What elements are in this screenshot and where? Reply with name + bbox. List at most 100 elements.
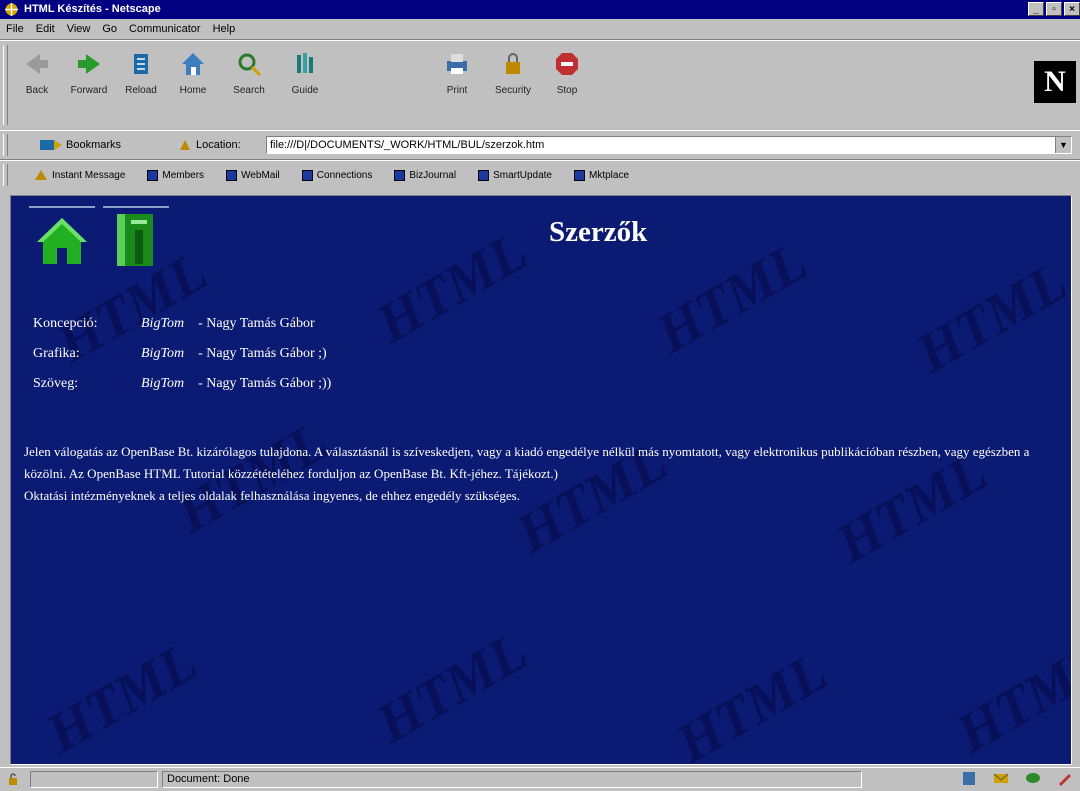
- credit-nick: BigTom: [141, 346, 185, 361]
- bookmark-connections[interactable]: Connections: [301, 169, 373, 181]
- forward-label: Forward: [70, 85, 108, 96]
- credit-name: - Nagy Tamás Gábor: [198, 316, 315, 331]
- watermark: HTML: [366, 220, 538, 356]
- url-input[interactable]: file:///D|/DOCUMENTS/_WORK/HTML/BUL/szer…: [266, 136, 1072, 154]
- home-icon: [182, 53, 204, 75]
- menu-communicator[interactable]: Communicator: [123, 23, 207, 35]
- reload-icon: [134, 54, 148, 74]
- status-bar: Document: Done: [0, 767, 1080, 791]
- bookmark-mktplace[interactable]: Mktplace: [574, 169, 629, 181]
- discussion-icon[interactable]: [1024, 770, 1042, 787]
- bookmark-page-icon: [478, 169, 490, 181]
- guide-button[interactable]: Guide: [282, 47, 328, 117]
- search-icon: [238, 53, 262, 77]
- forward-arrow-icon: [78, 54, 100, 74]
- stop-icon: [556, 53, 578, 75]
- menu-view[interactable]: View: [61, 23, 97, 35]
- bookmark-label: SmartUpdate: [493, 169, 552, 181]
- maximize-button[interactable]: ▫: [1046, 2, 1062, 16]
- menu-go[interactable]: Go: [96, 23, 123, 35]
- credit-row: Grafika: BigTom - Nagy Tamás Gábor ;): [33, 346, 331, 376]
- bookmark-page-icon: [301, 169, 313, 181]
- copyright-notice: Jelen válogatás az OpenBase Bt. kizáróla…: [24, 441, 1064, 507]
- back-button[interactable]: Back: [14, 47, 60, 117]
- bookmark-label: Connections: [316, 169, 373, 181]
- menu-bar: File Edit View Go Communicator Help: [0, 19, 1080, 40]
- bookmark-label: Mktplace: [589, 169, 630, 181]
- home-label: Home: [179, 85, 207, 96]
- copyright-paragraph: Jelen válogatás az OpenBase Bt. kizáróla…: [24, 444, 1030, 481]
- location-label: Location:: [196, 139, 241, 151]
- composer-icon[interactable]: [1056, 770, 1074, 787]
- watermark: HTML: [646, 230, 818, 366]
- security-button[interactable]: Security: [490, 47, 536, 117]
- status-message: Document: Done: [162, 771, 862, 788]
- close-button[interactable]: ×: [1064, 2, 1080, 16]
- component-bar: [960, 770, 1074, 787]
- page-viewport[interactable]: HTML HTML HTML HTML HTML HTML HTML HTML …: [10, 195, 1072, 765]
- back-label: Back: [25, 85, 49, 96]
- bookmark-page-icon: [574, 169, 585, 181]
- bookmarks-label: Bookmarks: [66, 139, 122, 151]
- search-button[interactable]: Search: [226, 47, 272, 117]
- bookmark-label: WebMail: [241, 169, 280, 181]
- personal-toolbar: Instant Message Members WebMail Connecti…: [0, 160, 1080, 190]
- print-icon: [447, 54, 467, 74]
- menu-help[interactable]: Help: [207, 23, 242, 35]
- credit-name: - Nagy Tamás Gábor ;)): [198, 376, 332, 391]
- netscape-app-icon: [5, 3, 18, 16]
- bookmark-label: Members: [162, 169, 205, 181]
- title-bar: HTML Készítés - Netscape _ ▫ ×: [0, 0, 1080, 19]
- forward-button[interactable]: Forward: [66, 47, 112, 117]
- minimize-button[interactable]: _: [1028, 2, 1044, 16]
- bookmark-instant-message[interactable]: Instant Message: [34, 169, 125, 181]
- location-grip[interactable]: [3, 134, 8, 156]
- print-button[interactable]: Print: [434, 47, 480, 117]
- location-label-group: Location:: [178, 138, 241, 152]
- bookmark-members[interactable]: Members: [147, 169, 204, 181]
- toolbar-grip[interactable]: [3, 45, 8, 125]
- stop-button[interactable]: Stop: [544, 47, 590, 117]
- bookmark-page-icon: [394, 169, 406, 181]
- house-icon[interactable]: [29, 206, 95, 270]
- education-paragraph: Oktatási intézményeknek a teljes oldalak…: [24, 488, 520, 503]
- watermark: HTML: [36, 630, 208, 765]
- credit-nick: BigTom: [141, 316, 185, 331]
- window-controls: _ ▫ ×: [1028, 2, 1080, 16]
- instant-message-icon: [35, 170, 47, 180]
- menu-edit[interactable]: Edit: [30, 23, 61, 35]
- book-icon[interactable]: [103, 206, 169, 270]
- security-status-icon[interactable]: [6, 772, 20, 786]
- stop-label: Stop: [556, 85, 578, 96]
- mail-icon[interactable]: [992, 770, 1010, 787]
- menu-file[interactable]: File: [0, 23, 30, 35]
- url-dropdown-icon[interactable]: ▼: [1055, 137, 1071, 153]
- credit-row: Szöveg: BigTom - Nagy Tamás Gábor ;)): [33, 376, 331, 406]
- credit-role: Szöveg:: [33, 376, 79, 391]
- location-icon: [180, 140, 190, 150]
- bookmarks-button[interactable]: Bookmarks: [40, 138, 121, 152]
- bookmarks-icon: [40, 140, 62, 150]
- search-label: Search: [233, 85, 265, 96]
- home-button[interactable]: Home: [170, 47, 216, 117]
- bookmark-smartupdate[interactable]: SmartUpdate: [478, 169, 552, 181]
- navigator-icon[interactable]: [960, 770, 978, 787]
- personal-grip[interactable]: [3, 164, 8, 186]
- reload-button[interactable]: Reload: [118, 47, 164, 117]
- bookmark-webmail[interactable]: WebMail: [226, 169, 280, 181]
- watermark: HTML: [946, 630, 1072, 765]
- credit-name: - Nagy Tamás Gábor ;): [198, 346, 327, 361]
- lock-icon: [506, 53, 520, 74]
- bookmark-label: Instant Message: [52, 169, 126, 181]
- credit-nick: BigTom: [141, 376, 185, 391]
- guide-label: Guide: [291, 85, 319, 96]
- bookmark-label: BizJournal: [409, 169, 457, 181]
- bookmark-page-icon: [226, 169, 238, 181]
- progress-bar: [30, 771, 158, 788]
- credits-list: Koncepció: BigTom - Nagy Tamás Gábor Gra…: [33, 316, 331, 406]
- netscape-logo[interactable]: N: [1034, 61, 1076, 103]
- page-title: Szerzők: [549, 216, 648, 248]
- watermark: HTML: [366, 620, 538, 756]
- bookmark-page-icon: [147, 169, 159, 181]
- bookmark-bizjournal[interactable]: BizJournal: [394, 169, 456, 181]
